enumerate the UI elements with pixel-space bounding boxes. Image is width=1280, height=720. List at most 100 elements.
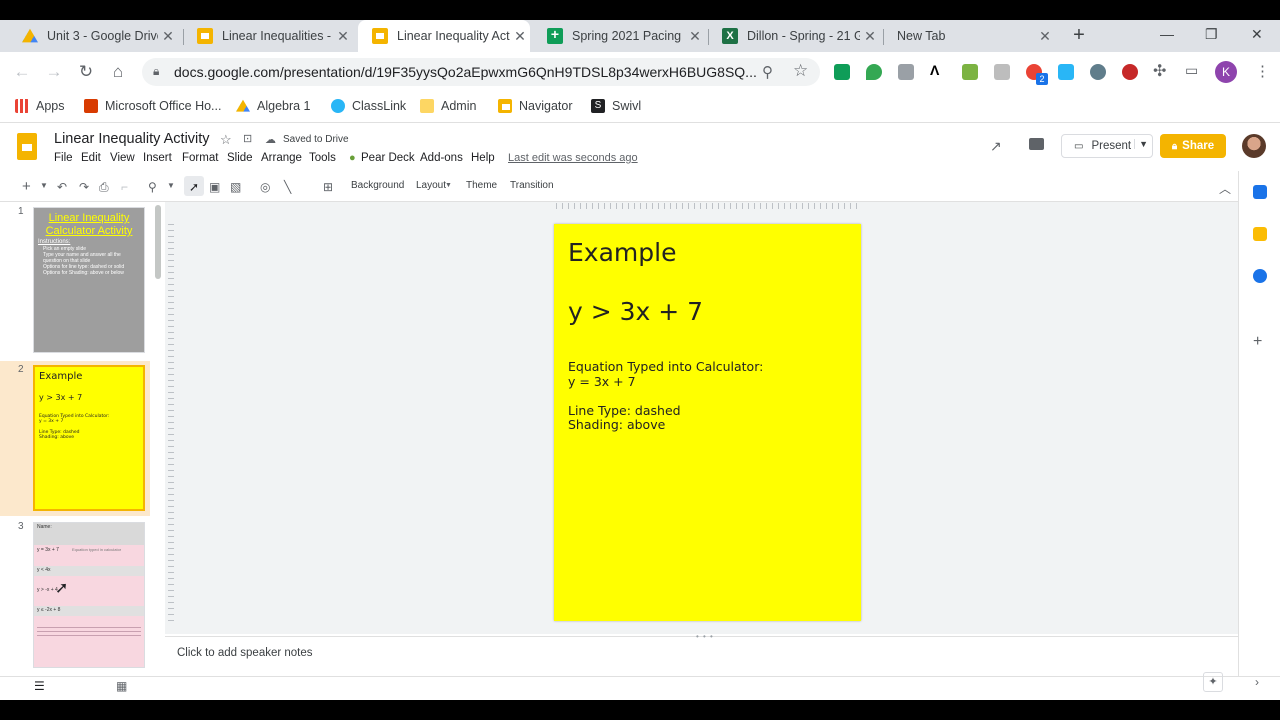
menu-arrange[interactable]: Arrange: [261, 152, 302, 164]
bookmark-star-icon[interactable]: ☆: [793, 61, 808, 81]
bookmark-navigator[interactable]: Navigator: [498, 97, 573, 115]
slides-logo-icon[interactable]: [17, 133, 37, 160]
menu-view[interactable]: View: [110, 152, 135, 164]
user-avatar[interactable]: [1242, 134, 1266, 158]
menu-insert[interactable]: Insert: [143, 152, 172, 164]
move-folder-icon[interactable]: ⊡: [243, 132, 252, 145]
menu-edit[interactable]: Edit: [81, 152, 101, 164]
new-tab-plus-icon[interactable]: +: [1068, 24, 1090, 46]
slide-thumbnail-3[interactable]: Name: y = 3x + 7 Equation typed in calcu…: [33, 522, 145, 668]
more-vertical-icon[interactable]: ⋮: [1255, 62, 1270, 80]
collapse-toolbar-chevron-icon[interactable]: ︿: [1219, 180, 1231, 197]
extension-icon[interactable]: [1090, 64, 1106, 80]
present-button[interactable]: ▭ Present ▼: [1061, 134, 1153, 158]
filmstrip-view-icon[interactable]: ☰: [34, 679, 45, 693]
browser-tab-new-tab[interactable]: New Tab ✕: [883, 20, 1055, 52]
menu-slide[interactable]: Slide: [227, 152, 253, 164]
extension-icon[interactable]: [898, 64, 914, 80]
shading-text[interactable]: Shading: above: [568, 417, 665, 432]
browser-tab-pacing-guide[interactable]: Spring 2021 Pacing Guide ✕: [533, 20, 705, 52]
equation-label[interactable]: Equation Typed into Calculator:: [568, 359, 763, 374]
bookmark-office[interactable]: Microsoft Office Ho...: [84, 97, 221, 115]
activity-trend-icon[interactable]: ↗: [990, 138, 1002, 155]
alpha-extension-icon[interactable]: Λ: [930, 62, 939, 78]
explore-icon[interactable]: ✦: [1203, 672, 1223, 692]
chevron-down-icon[interactable]: ▼: [167, 181, 175, 190]
restore-window-icon[interactable]: ❐: [1205, 26, 1218, 43]
redo-icon[interactable]: ↷: [79, 180, 89, 194]
background-button[interactable]: Background: [351, 180, 404, 191]
bookmark-classlink[interactable]: ClassLink: [331, 97, 406, 115]
slide-inequality[interactable]: y > 3x + 7: [568, 297, 703, 326]
menu-help[interactable]: Help: [471, 152, 495, 164]
close-tab-icon[interactable]: ✕: [860, 28, 880, 45]
close-tab-icon[interactable]: ✕: [685, 28, 705, 45]
document-title[interactable]: Linear Inequality Activity: [54, 131, 210, 147]
theme-button[interactable]: Theme: [466, 180, 497, 191]
add-addon-plus-icon[interactable]: +: [1253, 333, 1262, 351]
layout-button[interactable]: Layout: [416, 180, 446, 191]
slide-thumbnail-1[interactable]: Linear Inequality Calculator Activity In…: [33, 207, 145, 353]
close-window-icon[interactable]: ✕: [1251, 26, 1263, 43]
menu-format[interactable]: Format: [182, 152, 218, 164]
office-extension-icon[interactable]: [994, 64, 1010, 80]
bookmark-swivl[interactable]: S Swivl: [591, 97, 641, 115]
extension-icon[interactable]: [962, 64, 978, 80]
browser-tab-unit3[interactable]: Unit 3 - Google Drive ✕: [8, 20, 178, 52]
menu-file[interactable]: File: [54, 152, 73, 164]
close-tab-icon[interactable]: ✕: [1035, 28, 1055, 45]
close-tab-icon[interactable]: ✕: [333, 28, 353, 45]
select-cursor-icon[interactable]: ➚: [189, 180, 199, 194]
browser-tab-dillon-grades[interactable]: X Dillon - Spring - 21 Grades ✕: [708, 20, 880, 52]
close-tab-icon[interactable]: ✕: [158, 28, 178, 45]
current-slide[interactable]: Example y > 3x + 7 Equation Typed into C…: [554, 224, 861, 621]
bookmark-admin[interactable]: Admin: [420, 97, 476, 115]
cast-icon[interactable]: ▭: [1185, 62, 1198, 79]
zoom-magnifier-icon[interactable]: ⚲: [762, 63, 773, 81]
transition-button[interactable]: Transition: [510, 180, 554, 191]
paint-format-icon[interactable]: ⌐: [121, 180, 128, 194]
calendar-icon[interactable]: [1253, 185, 1267, 199]
classroom-extension-icon[interactable]: [834, 64, 850, 80]
image-icon[interactable]: ▧: [230, 180, 241, 194]
equation-value[interactable]: y = 3x + 7: [568, 374, 636, 389]
line-icon[interactable]: ╲: [284, 180, 291, 194]
menu-pear-deck[interactable]: Pear Deck: [361, 152, 415, 164]
share-button[interactable]: 🔒︎ Share: [1160, 134, 1226, 158]
notes-resize-handle[interactable]: • • •: [696, 632, 714, 641]
print-icon[interactable]: ⎙: [99, 180, 109, 195]
close-tab-icon[interactable]: ✕: [510, 28, 530, 45]
keep-icon[interactable]: [1253, 227, 1267, 241]
shape-icon[interactable]: ◎: [260, 180, 270, 194]
rss-extension-icon[interactable]: [866, 64, 882, 80]
grid-view-icon[interactable]: ▦: [116, 679, 127, 693]
filmstrip-scrollbar[interactable]: [155, 205, 161, 279]
minimize-window-icon[interactable]: —: [1160, 26, 1174, 42]
bookmark-algebra1[interactable]: Algebra 1: [236, 97, 311, 115]
undo-icon[interactable]: ↶: [57, 180, 67, 194]
add-comment-icon[interactable]: ⊞: [323, 180, 333, 194]
profile-avatar[interactable]: K: [1215, 61, 1237, 83]
new-slide-plus-icon[interactable]: +: [22, 178, 31, 195]
puzzle-extensions-icon[interactable]: ✣: [1153, 61, 1166, 81]
browser-tab-linear-inequality-activity[interactable]: Linear Inequality Activity ✕: [358, 20, 530, 52]
home-icon[interactable]: ⌂: [108, 62, 128, 82]
forward-arrow-icon[interactable]: →: [44, 62, 64, 82]
back-arrow-icon[interactable]: ←: [12, 62, 32, 82]
cloud-extension-icon[interactable]: [1058, 64, 1074, 80]
last-edit-link[interactable]: Last edit was seconds ago: [508, 152, 638, 164]
chevron-right-icon[interactable]: ›: [1255, 675, 1259, 689]
comment-icon[interactable]: [1029, 138, 1044, 150]
menu-add-ons[interactable]: Add-ons: [420, 152, 463, 164]
star-icon[interactable]: ☆: [220, 132, 232, 148]
zoom-icon[interactable]: ⚲: [148, 180, 157, 194]
line-type-text[interactable]: Line Type: dashed: [568, 403, 681, 418]
text-box-icon[interactable]: ▣: [209, 180, 220, 194]
chevron-down-icon[interactable]: ▼: [40, 181, 48, 190]
tasks-icon[interactable]: [1253, 269, 1267, 283]
extension-icon[interactable]: [1122, 64, 1138, 80]
slide-title[interactable]: Example: [568, 238, 676, 267]
speaker-notes-placeholder[interactable]: Click to add speaker notes: [177, 647, 313, 659]
browser-tab-linear-inequalities[interactable]: Linear Inequalities - Google Slides ✕: [183, 20, 353, 52]
slide-thumbnail-2[interactable]: Example y > 3x + 7 Equation Typed into C…: [33, 365, 145, 511]
